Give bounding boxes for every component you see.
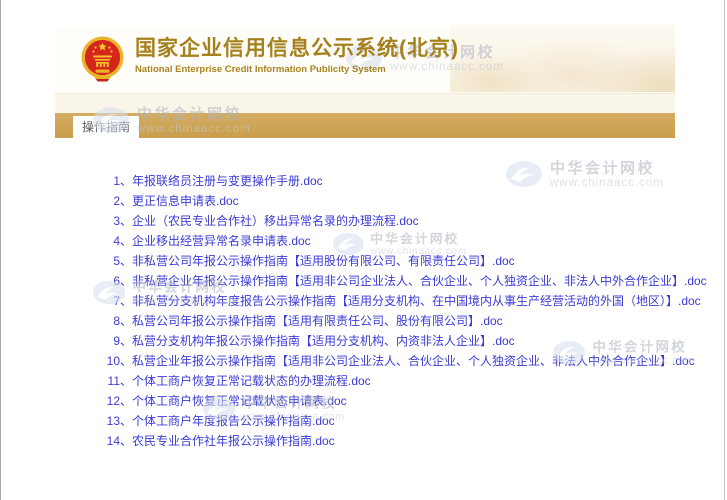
brand-text: 国家企业信用信息公示系统(北京) National Enterprise Cre…: [135, 36, 459, 75]
main-container: 国家企业信用信息公示系统(北京) National Enterprise Cre…: [55, 0, 675, 481]
page-right-border: [724, 0, 725, 500]
doc-list-item: 8、 私营公司年报公示操作指南【适用有限责任公司、股份有限公司】.doc: [55, 311, 675, 331]
doc-list-item: 9、 私营分支机构年报公示操作指南【适用分支机构、内资非法人企业】.doc: [55, 331, 675, 351]
doc-list-item: 1、 年报联络员注册与变更操作手册.doc: [55, 171, 675, 191]
doc-number: 2、: [105, 191, 132, 211]
doc-number: 12、: [105, 391, 132, 411]
doc-link[interactable]: 农民专业合作社年报公示操作指南.doc: [132, 431, 335, 451]
site-brand: 国家企业信用信息公示系统(北京) National Enterprise Cre…: [80, 36, 459, 87]
doc-number: 5、: [105, 251, 132, 271]
browser-page: 国家企业信用信息公示系统(北京) National Enterprise Cre…: [0, 0, 727, 500]
doc-link[interactable]: 年报联络员注册与变更操作手册.doc: [132, 171, 323, 191]
landscape-watermark-image: [450, 24, 675, 92]
doc-list-item: 12、 个体工商户恢复正常记载状态申请表.doc: [55, 391, 675, 411]
doc-list-item: 10、 私营企业年报公示操作指南【适用非公司企业法人、合伙企业、个人独资企业、非…: [55, 351, 675, 371]
tab-operation-guide[interactable]: 操作指南: [73, 116, 139, 138]
doc-number: 7、: [105, 291, 132, 311]
doc-list-item: 4、 企业移出经营异常名录申请表.doc: [55, 231, 675, 251]
doc-list-item: 13、 个体工商户年度报告公示操作指南.doc: [55, 411, 675, 431]
doc-link[interactable]: 企业移出经营异常名录申请表.doc: [132, 231, 311, 251]
site-title: 国家企业信用信息公示系统(北京): [135, 36, 459, 62]
doc-number: 3、: [105, 211, 132, 231]
doc-list-item: 3、 企业（农民专业合作社）移出异常名录的办理流程.doc: [55, 211, 675, 231]
doc-link[interactable]: 私营公司年报公示操作指南【适用有限责任公司、股份有限公司】.doc: [132, 311, 503, 331]
doc-link[interactable]: 非私营分支机构年度报告公示操作指南【适用分支机构、在中国境内从事生产经营活动的外…: [132, 291, 701, 311]
doc-number: 9、: [105, 331, 132, 351]
doc-number: 1、: [105, 171, 132, 191]
doc-number: 14、: [105, 431, 132, 451]
site-header: 国家企业信用信息公示系统(北京) National Enterprise Cre…: [55, 28, 675, 93]
doc-number: 4、: [105, 231, 132, 251]
doc-link[interactable]: 个体工商户恢复正常记载状态的办理流程.doc: [132, 371, 371, 391]
doc-list-item: 2、 更正信息申请表.doc: [55, 191, 675, 211]
doc-link[interactable]: 非私营企业年报公示操作指南【适用非公司企业法人、合伙企业、个人独资企业、非法人中…: [132, 271, 707, 291]
doc-number: 13、: [105, 411, 132, 431]
doc-number: 8、: [105, 311, 132, 331]
doc-list-item: 14、 农民专业合作社年报公示操作指南.doc: [55, 431, 675, 451]
doc-link[interactable]: 私营企业年报公示操作指南【适用非公司企业法人、合伙企业、个人独资企业、非法人中外…: [132, 351, 695, 371]
doc-link[interactable]: 非私营公司年报公示操作指南【适用股份有限公司、有限责任公司】.doc: [132, 251, 515, 271]
content-area: 1、 年报联络员注册与变更操作手册.doc 2、 更正信息申请表.doc 3、 …: [55, 138, 675, 481]
doc-list-item: 6、 非私营企业年报公示操作指南【适用非公司企业法人、合伙企业、个人独资企业、非…: [55, 271, 675, 291]
doc-link[interactable]: 个体工商户恢复正常记载状态申请表.doc: [132, 391, 347, 411]
national-emblem-icon: [80, 36, 125, 87]
doc-link[interactable]: 企业（农民专业合作社）移出异常名录的办理流程.doc: [132, 211, 419, 231]
doc-link[interactable]: 私营分支机构年报公示操作指南【适用分支机构、内资非法人企业】.doc: [132, 331, 515, 351]
doc-list-item: 5、 非私营公司年报公示操作指南【适用股份有限公司、有限责任公司】.doc: [55, 251, 675, 271]
nav-bar: 操作指南: [55, 113, 675, 138]
doc-list-item: 7、 非私营分支机构年度报告公示操作指南【适用分支机构、在中国境内从事生产经营活…: [55, 291, 675, 311]
doc-number: 10、: [105, 351, 132, 371]
document-list: 1、 年报联络员注册与变更操作手册.doc 2、 更正信息申请表.doc 3、 …: [55, 171, 675, 451]
doc-link[interactable]: 更正信息申请表.doc: [132, 191, 239, 211]
doc-list-item: 11、 个体工商户恢复正常记载状态的办理流程.doc: [55, 371, 675, 391]
doc-link[interactable]: 个体工商户年度报告公示操作指南.doc: [132, 411, 335, 431]
header-divider-strip: [55, 93, 675, 113]
doc-number: 6、: [105, 271, 132, 291]
page-left-border: [0, 0, 1, 500]
doc-number: 11、: [105, 371, 132, 391]
site-subtitle: National Enterprise Credit Information P…: [135, 64, 459, 75]
